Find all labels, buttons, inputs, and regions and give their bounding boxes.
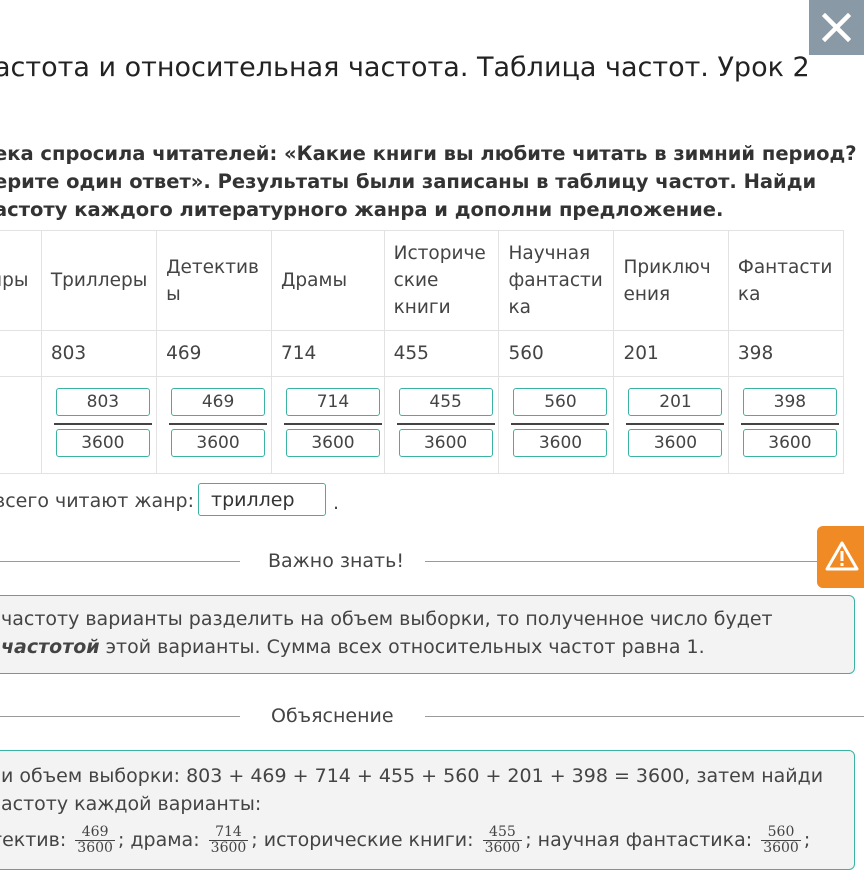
divider (0, 716, 240, 717)
fraction-bar (283, 423, 382, 425)
text-historical: ; исторические книги: (251, 829, 474, 851)
count-cell: 398 (727, 330, 845, 377)
text-detective: тектив: (0, 829, 67, 851)
answer-period: . (333, 492, 340, 514)
table-header-row: нры Триллеры Детектив ы Драмы Историче с… (0, 230, 845, 331)
count-cell: 455 (383, 330, 500, 377)
explanation-line-2: астоту каждой варианты: (1, 793, 262, 815)
important-line-1: частоту варианты разделить на объем выбо… (1, 608, 773, 630)
explanation-box: и объем выборки: 803 + 469 + 714 + 455 +… (0, 750, 855, 870)
fraction-bar (396, 423, 495, 425)
fraction-cell: 398 3600 (727, 376, 845, 474)
count-cell: 714 (270, 330, 385, 377)
fraction-bar (511, 423, 610, 425)
important-text: частоту варианты разделить на объем выбо… (0, 596, 854, 661)
important-title: Важно знать! (268, 550, 404, 572)
numerator-input[interactable]: 803 (55, 388, 150, 416)
header-cell: Научная фантасти ка (498, 230, 615, 331)
denominator-input[interactable]: 3600 (742, 429, 837, 457)
fraction-historical: 455 3600 (482, 824, 523, 856)
header-cell: Драмы (270, 230, 385, 331)
answer-label: всего читают жанр: (0, 490, 195, 512)
header-cell: Историче ские книги (383, 230, 500, 331)
answer-input[interactable]: триллер (198, 483, 326, 516)
fraction-cell: 803 3600 (40, 376, 158, 474)
important-box: частоту варианты разделить на объем выбо… (0, 595, 855, 674)
count-cell: 560 (498, 330, 615, 377)
denominator-input[interactable]: 3600 (55, 429, 150, 457)
task-line-1: ека спросила читателей: «Какие книги вы … (0, 142, 857, 165)
fraction-bar (169, 423, 268, 425)
header-cell: Детектив ы (156, 230, 272, 331)
fraction-bar (53, 423, 152, 425)
fraction-bar (740, 423, 839, 425)
close-icon (822, 13, 851, 42)
explanation-line-1: и объем выборки: 803 + 469 + 714 + 455 +… (1, 765, 824, 787)
important-bold-term: частотой (1, 636, 100, 658)
numerator-input[interactable]: 398 (742, 388, 837, 416)
count-cell: 201 (613, 330, 729, 377)
frequency-table: нры Триллеры Детектив ы Драмы Историче с… (0, 230, 845, 474)
denominator-input[interactable]: 3600 (628, 429, 723, 457)
explanation-line-3: тектив: 4693600; драма: 7143600; историч… (0, 825, 854, 856)
divider (0, 561, 240, 562)
fraction-drama: 714 3600 (208, 824, 249, 856)
row-header-count (0, 330, 42, 377)
fraction-cell: 455 3600 (383, 376, 500, 474)
numerator-input[interactable]: 560 (513, 388, 608, 416)
denominator-input[interactable]: 3600 (171, 429, 266, 457)
text-scifi: ; научная фантастика: (525, 829, 753, 851)
header-cell: Фантасти ка (727, 230, 845, 331)
important-line-2: частотой этой варианты. Сумма всех относ… (1, 633, 854, 661)
fraction-scifi: 560 3600 (761, 824, 801, 856)
text-semicolon: ; (803, 829, 811, 851)
numerator-input[interactable]: 455 (398, 388, 493, 416)
denominator-input[interactable]: 3600 (398, 429, 493, 457)
fraction-bar (626, 423, 725, 425)
task-text: ека спросила читателей: «Какие книги вы … (0, 140, 857, 224)
warning-icon (825, 541, 859, 571)
divider (425, 716, 864, 717)
row-header-genres: нры (0, 230, 42, 331)
fraction-cell: 714 3600 (270, 376, 385, 474)
fraction-cell: 469 3600 (156, 376, 272, 474)
count-cell: 469 (156, 330, 272, 377)
close-button[interactable] (809, 0, 864, 55)
important-line-2-rest: этой варианты. Сумма всех относительных … (99, 636, 705, 658)
table-count-row: 803 469 714 455 560 201 398 (0, 330, 845, 377)
page-title: астота и относительная частота. Таблица … (0, 52, 810, 83)
numerator-input[interactable]: 201 (628, 388, 723, 416)
numerator-input[interactable]: 714 (285, 388, 380, 416)
fraction-detective: 469 3600 (75, 824, 115, 856)
fraction-cell: 560 3600 (498, 376, 615, 474)
table-fraction-row: 803 3600 469 3600 714 3600 455 3600 560 … (0, 376, 845, 474)
explanation-title: Объяснение (271, 705, 394, 727)
denominator-input[interactable]: 3600 (513, 429, 608, 457)
header-cell: Приключ ения (613, 230, 729, 331)
denominator-input[interactable]: 3600 (285, 429, 380, 457)
task-line-3: астоту каждого литературного жанра и доп… (0, 198, 724, 221)
header-cell: Триллеры (40, 230, 158, 331)
task-line-2: ерите один ответ». Результаты были запис… (0, 170, 817, 193)
fraction-cell: 201 3600 (613, 376, 729, 474)
numerator-input[interactable]: 469 (171, 388, 266, 416)
divider (425, 561, 817, 562)
text-drama: ; драма: (117, 829, 200, 851)
count-cell: 803 (40, 330, 158, 377)
row-header-frequency (0, 376, 42, 474)
explanation-text: и объем выборки: 803 + 469 + 714 + 455 +… (0, 751, 854, 856)
warning-button[interactable] (817, 526, 864, 588)
